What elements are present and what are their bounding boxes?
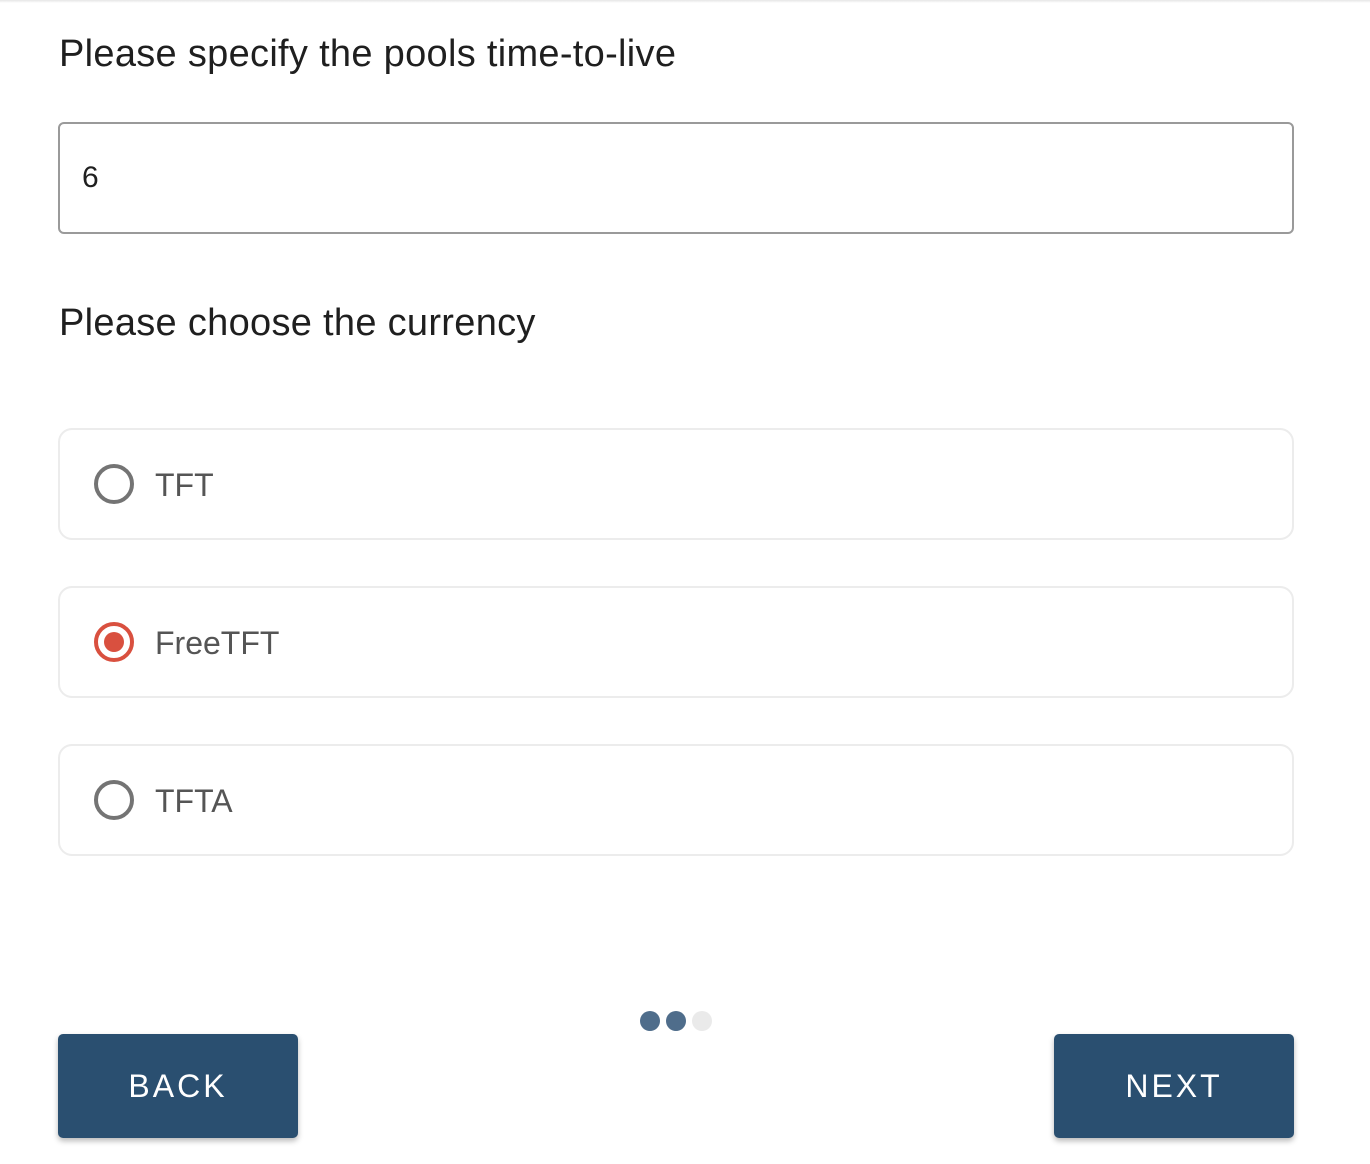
radio-icon-unchecked[interactable] [94, 780, 134, 820]
step-dot-1 [640, 1011, 660, 1031]
currency-heading: Please choose the currency [59, 302, 536, 344]
step-indicator [640, 1011, 712, 1031]
next-button[interactable]: NEXT [1054, 1034, 1294, 1138]
currency-option-label: FreeTFT [155, 625, 280, 661]
ttl-heading: Please specify the pools time-to-live [59, 33, 677, 75]
ttl-input[interactable] [58, 122, 1294, 234]
currency-option-label: TFT [155, 467, 214, 503]
step-dot-3 [692, 1011, 712, 1031]
radio-icon-checked[interactable] [94, 622, 134, 662]
currency-option-freetft[interactable]: FreeTFT [58, 586, 1294, 698]
step-dot-2 [666, 1011, 686, 1031]
top-edge-shadow [0, 0, 1370, 3]
currency-option-label: TFTA [155, 783, 233, 819]
radio-icon-unchecked[interactable] [94, 464, 134, 504]
currency-option-tfta[interactable]: TFTA [58, 744, 1294, 856]
back-button[interactable]: BACK [58, 1034, 298, 1138]
currency-option-tft[interactable]: TFT [58, 428, 1294, 540]
